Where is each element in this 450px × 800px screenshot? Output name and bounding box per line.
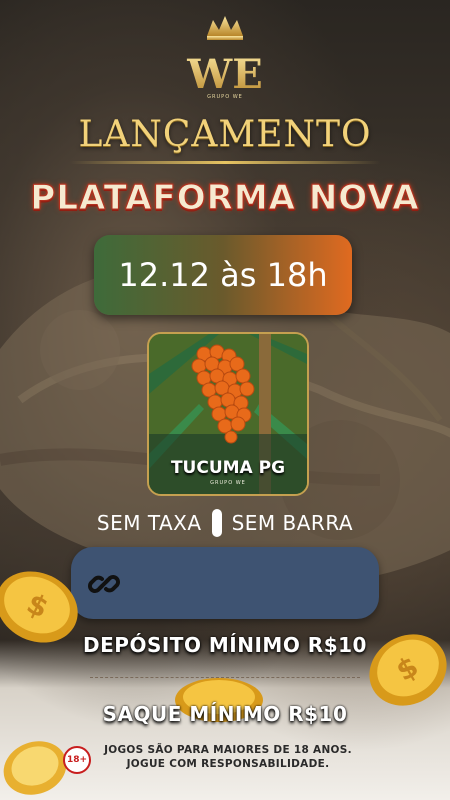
game-name: TUCUMA PG: [170, 458, 286, 478]
feature-no-limit: SEM BARRA: [231, 511, 354, 535]
headline-launch: LANÇAMENTO: [78, 114, 372, 155]
disclaimer-line-1: JOGOS SÃO PARA MAIORES DE 18 ANOS.: [104, 744, 352, 756]
feature-divider: [211, 509, 222, 537]
age-restriction-badge: 18+: [63, 746, 91, 774]
brand-logo: WE GRUPO WE: [185, 14, 265, 104]
crown-logo-icon: WE: [186, 16, 263, 98]
minimum-withdraw: SAQUE MÍNIMO R$10: [102, 702, 348, 726]
disclaimer-line-2: JOGUE COM RESPONSABILIDADE.: [126, 758, 330, 770]
logo-subtitle: GRUPO WE: [207, 94, 243, 100]
minimum-deposit: DEPÓSITO MÍNIMO R$10: [83, 633, 367, 657]
feature-no-fee: SEM TAXA: [96, 511, 202, 535]
dashed-divider: [90, 677, 360, 678]
launch-date-text: 12.12 às 18h: [118, 256, 328, 294]
svg-text:WE: WE: [186, 51, 262, 94]
features-row: SEM TAXA SEM BARRA: [0, 508, 450, 538]
headline-underline: [70, 161, 380, 164]
game-subtitle: GRUPO WE: [210, 480, 246, 486]
responsibility-disclaimer: JOGOS SÃO PARA MAIORES DE 18 ANOS. JOGUE…: [93, 743, 363, 771]
link-bar[interactable]: [71, 547, 379, 619]
promo-poster: WE GRUPO WE LANÇAMENTO PLATAFORMA NOVA 1…: [0, 0, 450, 800]
gold-coin-icon: [3, 741, 67, 795]
link-icon: [88, 575, 120, 593]
game-card[interactable]: TUCUMA PG GRUPO WE: [147, 332, 309, 496]
launch-date-box: 12.12 às 18h: [94, 235, 352, 315]
headline-platform: PLATAFORMA NOVA: [30, 178, 420, 219]
age-badge-text: 18+: [66, 755, 88, 765]
